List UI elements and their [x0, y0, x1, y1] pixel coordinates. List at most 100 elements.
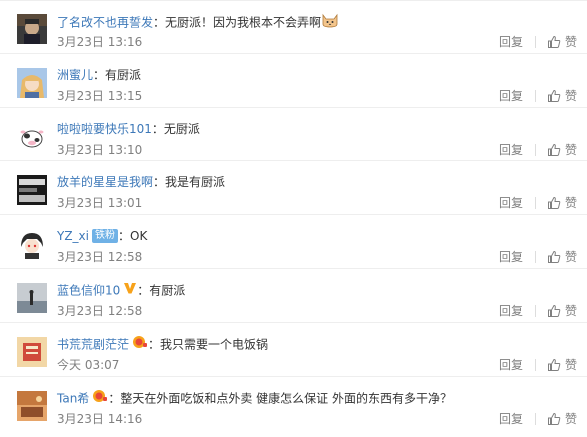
avatar-red-book-icon [17, 336, 47, 367]
comment-line: 书荒荒剧茫茫 ：我只需要一个电饭锅 [57, 335, 269, 354]
comment-line: 蓝色信仰10 ：有厨派 [57, 282, 185, 300]
comment-time: 3月23日 13:10 [57, 142, 143, 157]
separator: ： [153, 15, 166, 30]
separator: ： [118, 229, 131, 244]
member-badge-icon [92, 389, 108, 407]
action-divider [534, 36, 536, 48]
comment-line: 啦啦啦要快乐101：无厨派 [57, 121, 200, 137]
comment-line: 洲蜜儿：有厨派 [57, 67, 141, 83]
comment-line: 了名改不也再誓发：无厨派！因为我根本不会弄啊 [57, 13, 339, 33]
reply-button[interactable]: 回复 [499, 304, 523, 318]
separator: ： [151, 121, 164, 136]
username-link[interactable]: 蓝色信仰10 [57, 283, 120, 297]
comment-actions: 回复 赞 [499, 250, 577, 264]
comment-text: 无厨派 [163, 121, 200, 136]
reply-button[interactable]: 回复 [499, 89, 523, 103]
thumbs-up-icon [547, 143, 561, 156]
like-button[interactable]: 赞 [547, 358, 577, 372]
comment-text: 有厨派 [149, 283, 186, 298]
like-label: 赞 [564, 357, 577, 372]
username-link[interactable]: 放羊的星星是我啊 [57, 175, 153, 189]
comment-actions: 回复 赞 [499, 358, 577, 372]
comment-text: 有厨派 [105, 67, 142, 82]
like-button[interactable]: 赞 [547, 304, 577, 318]
username-link[interactable]: 啦啦啦要快乐101 [57, 122, 152, 136]
avatar[interactable] [17, 390, 47, 421]
action-divider [534, 251, 536, 264]
comment-text: OK [130, 229, 148, 244]
like-button[interactable]: 赞 [547, 196, 577, 210]
reply-button[interactable]: 回复 [499, 250, 523, 264]
separator: ： [148, 337, 161, 352]
separator: ： [137, 283, 150, 298]
username-link[interactable]: 书荒荒剧茫茫 [57, 337, 129, 351]
like-label: 赞 [564, 196, 577, 211]
username-link[interactable]: YZ_xi [57, 229, 89, 243]
separator: ： [153, 175, 166, 190]
action-divider [534, 358, 536, 371]
comment-item: 书荒荒剧茫茫 ：我只需要一个电饭锅 今天 03:07 回复 赞 [0, 323, 587, 377]
avatar[interactable] [17, 121, 47, 152]
reply-button[interactable]: 回复 [499, 358, 523, 372]
comment-item: YZ_xi 铁粉 ：OK 3月23日 12:58 回复 赞 [0, 215, 587, 269]
avatar[interactable] [17, 14, 47, 44]
like-label: 赞 [564, 35, 577, 49]
like-button[interactable]: 赞 [547, 89, 577, 103]
username-link[interactable]: Tan希 [57, 391, 89, 405]
comment-actions: 回复 赞 [499, 35, 577, 49]
comment-item: 啦啦啦要快乐101：无厨派 3月23日 13:10 回复 赞 [0, 108, 587, 162]
comment-item: 蓝色信仰10 ：有厨派 3月23日 12:58 回复 赞 [0, 269, 587, 323]
like-button[interactable]: 赞 [547, 412, 577, 426]
like-button[interactable]: 赞 [547, 250, 577, 264]
reply-button[interactable]: 回复 [499, 412, 523, 426]
avatar-dark-portrait-icon [17, 14, 47, 44]
like-label: 赞 [564, 142, 577, 157]
reply-button[interactable]: 回复 [499, 196, 523, 210]
comment-time: 今天 03:07 [57, 357, 120, 372]
like-label: 赞 [564, 303, 577, 318]
username-link[interactable]: 了名改不也再誓发 [57, 16, 153, 30]
reply-button[interactable]: 回复 [499, 143, 523, 157]
avatar[interactable] [17, 67, 47, 98]
avatar-anime-boy-icon [17, 229, 47, 260]
comment-time: 3月23日 13:01 [57, 196, 143, 211]
comment-line: Tan希 ：整天在外面吃饭和点外卖 健康怎么保证 外面的东西有多干净？ [57, 389, 452, 408]
avatar[interactable] [17, 229, 47, 260]
like-button[interactable]: 赞 [547, 143, 577, 157]
comment-item: 放羊的星星是我啊：我是有厨派 3月23日 13:01 回复 赞 [0, 161, 587, 216]
avatar[interactable] [17, 282, 47, 313]
comment-text: 整天在外面吃饭和点外卖 健康怎么保证 外面的东西有多干净？ [120, 391, 452, 406]
thumbs-up-icon [547, 35, 561, 48]
avatar-anime-girl-icon [17, 67, 47, 98]
comment-actions: 回复 赞 [499, 412, 577, 426]
cat-emoji-icon [321, 12, 339, 32]
avatar-orange-scene-icon [17, 390, 47, 421]
fan-badge[interactable]: 铁粉 [92, 228, 118, 243]
like-button[interactable]: 赞 [547, 35, 577, 49]
comment-time: 3月23日 12:58 [57, 303, 143, 318]
separator: ： [108, 391, 121, 406]
thumbs-up-icon [547, 304, 561, 317]
comment-time: 3月23日 12:58 [57, 250, 143, 265]
avatar-black-white-photo-icon [17, 175, 47, 206]
comment-actions: 回复 赞 [499, 89, 577, 103]
comment-text: 我只需要一个电饭锅 [160, 337, 269, 352]
comment-list: 了名改不也再誓发：无厨派！因为我根本不会弄啊 3月23日 13:16 回复 赞 … [0, 0, 587, 430]
avatar-cow-cartoon-icon [17, 121, 47, 152]
thumbs-up-icon [547, 412, 561, 425]
comment-item: 洲蜜儿：有厨派 3月23日 13:15 回复 赞 [0, 54, 587, 108]
username-link[interactable]: 洲蜜儿 [57, 68, 93, 82]
action-divider [534, 304, 536, 317]
action-divider [534, 197, 536, 210]
avatar[interactable] [17, 175, 47, 206]
comment-time: 3月23日 13:16 [57, 35, 143, 49]
thumbs-up-icon [547, 251, 561, 264]
comment-text: 我是有厨派 [165, 175, 226, 190]
separator: ： [93, 67, 106, 82]
action-divider [534, 143, 536, 156]
reply-button[interactable]: 回复 [499, 35, 523, 49]
comment-item: 了名改不也再誓发：无厨派！因为我根本不会弄啊 3月23日 13:16 回复 赞 [0, 0, 587, 54]
comment-actions: 回复 赞 [499, 304, 577, 318]
avatar[interactable] [17, 336, 47, 367]
comment-time: 3月23日 14:16 [57, 411, 143, 426]
